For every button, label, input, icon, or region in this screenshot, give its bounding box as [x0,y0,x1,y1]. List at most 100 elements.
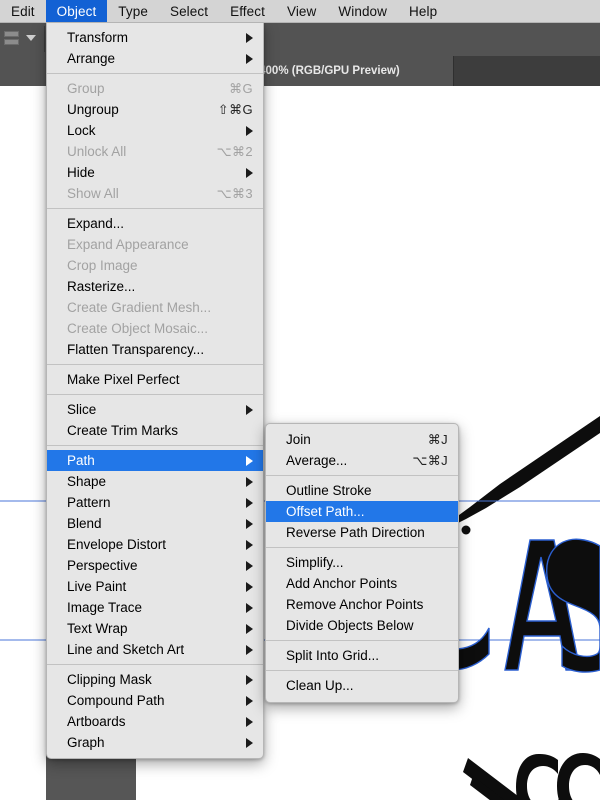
menu-item-add-anchor-points[interactable]: Add Anchor Points [266,573,458,594]
menu-item-label: Shape [67,474,107,489]
menu-item-path[interactable]: Path [47,450,263,471]
menu-item-label: Envelope Distort [67,537,167,552]
menu-item-unlock-all: Unlock All ⌥⌘2 [47,141,263,162]
menubar-item-type[interactable]: Type [107,0,159,22]
menu-item-artboards[interactable]: Artboards [47,711,263,732]
menubar-item-effect[interactable]: Effect [219,0,276,22]
menubar-item-help[interactable]: Help [398,0,448,22]
menubar-item-edit[interactable]: Edit [0,0,46,22]
menu-item-label: Group [67,81,105,96]
menu-item-divide-objects-below[interactable]: Divide Objects Below [266,615,458,636]
menu-item-split-into-grid[interactable]: Split Into Grid... [266,645,458,666]
menu-item-label: Add Anchor Points [286,576,398,591]
menu-item-remove-anchor-points[interactable]: Remove Anchor Points [266,594,458,615]
menu-item-pattern[interactable]: Pattern [47,492,263,513]
menu-item-label: Create Trim Marks [67,423,179,438]
menu-item-label: Remove Anchor Points [286,597,424,612]
menu-item-label: Graph [67,735,105,750]
menu-item-label: Split Into Grid... [286,648,380,663]
menu-item-line-and-sketch-art[interactable]: Line and Sketch Art [47,639,263,660]
chevron-down-icon[interactable] [26,35,36,41]
menu-item-transform[interactable]: Transform [47,27,263,48]
menu-item-simplify[interactable]: Simplify... [266,552,458,573]
menu-item-offset-path[interactable]: Offset Path... [266,501,458,522]
menu-item-make-pixel-perfect[interactable]: Make Pixel Perfect [47,369,263,390]
menu-separator [266,670,458,671]
menubar-label: Help [409,3,438,19]
submenu-arrow-icon [246,167,253,178]
menu-item-slice[interactable]: Slice [47,399,263,420]
menubar-item-window[interactable]: Window [327,0,398,22]
menu-item-expand[interactable]: Expand... [47,213,263,234]
menu-separator [266,475,458,476]
menu-item-reverse-path-direction[interactable]: Reverse Path Direction [266,522,458,543]
menu-item-label: Line and Sketch Art [67,642,185,657]
menubar-label: Edit [11,3,35,19]
menu-item-label: Offset Path... [286,504,365,519]
document-tab-inactive[interactable]: l @ 300% [0,56,51,86]
menu-item-label: Flatten Transparency... [67,342,205,357]
menu-item-shortcut: ⌥⌘3 [216,185,253,201]
menu-item-shortcut: ⇧⌘G [217,101,253,117]
menu-item-text-wrap[interactable]: Text Wrap [47,618,263,639]
object-menu: Transform Arrange Group ⌘G Ungroup ⇧⌘G Lock Unl… [46,22,264,759]
menubar-item-view[interactable]: View [276,0,327,22]
menu-item-create-trim-marks[interactable]: Create Trim Marks [47,420,263,441]
menu-separator [266,547,458,548]
menubar-item-object[interactable]: Object [45,0,108,22]
menu-item-shortcut: ⌥⌘2 [216,143,253,159]
menu-item-lock[interactable]: Lock [47,120,263,141]
menu-item-flatten-transparency[interactable]: Flatten Transparency... [47,339,263,360]
menu-item-envelope-distort[interactable]: Envelope Distort [47,534,263,555]
menu-item-join[interactable]: Join ⌘J [266,429,458,450]
menu-item-arrange[interactable]: Arrange [47,48,263,69]
submenu-arrow-icon [246,476,253,487]
menu-item-label: Compound Path [67,693,165,708]
menu-item-clean-up[interactable]: Clean Up... [266,675,458,696]
menu-item-show-all: Show All ⌥⌘3 [47,183,263,204]
menu-item-shortcut: ⌥⌘J [412,452,448,468]
menu-item-compound-path[interactable]: Compound Path [47,690,263,711]
menu-item-perspective[interactable]: Perspective [47,555,263,576]
menu-item-label: Reverse Path Direction [286,525,425,540]
menubar-item-select[interactable]: Select [159,0,219,22]
menu-item-label: Blend [67,516,102,531]
menu-separator [47,73,263,74]
menu-item-live-paint[interactable]: Live Paint [47,576,263,597]
menu-item-ungroup[interactable]: Ungroup ⇧⌘G [47,99,263,120]
menu-item-graph[interactable]: Graph [47,732,263,753]
menu-separator [47,445,263,446]
menu-item-blend[interactable]: Blend [47,513,263,534]
menu-item-label: Hide [67,165,95,180]
submenu-arrow-icon [246,674,253,685]
submenu-arrow-icon [246,125,253,136]
menu-item-expand-appearance: Expand Appearance [47,234,263,255]
menu-item-average[interactable]: Average... ⌥⌘J [266,450,458,471]
menu-bar: Edit Object Type Select Effect View Wind… [0,0,600,23]
menu-item-image-trace[interactable]: Image Trace [47,597,263,618]
align-panel-icon[interactable] [4,31,19,47]
submenu-arrow-icon [246,32,253,43]
submenu-arrow-icon [246,695,253,706]
menu-item-clipping-mask[interactable]: Clipping Mask [47,669,263,690]
submenu-arrow-icon [246,518,253,529]
submenu-arrow-icon [246,560,253,571]
menu-item-label: Simplify... [286,555,344,570]
menu-item-rasterize[interactable]: Rasterize... [47,276,263,297]
menu-separator [47,208,263,209]
menu-item-crop-image: Crop Image [47,255,263,276]
menu-item-label: Rasterize... [67,279,136,294]
submenu-arrow-icon [246,53,253,64]
menu-separator [47,394,263,395]
menu-item-label: Slice [67,402,97,417]
menu-item-hide[interactable]: Hide [47,162,263,183]
menu-item-create-object-mosaic: Create Object Mosaic... [47,318,263,339]
menu-item-label: Live Paint [67,579,127,594]
menu-item-label: Outline Stroke [286,483,372,498]
menu-item-shape[interactable]: Shape [47,471,263,492]
submenu-arrow-icon [246,737,253,748]
submenu-arrow-icon [246,602,253,613]
menu-item-outline-stroke[interactable]: Outline Stroke [266,480,458,501]
menu-item-label: Divide Objects Below [286,618,414,633]
menubar-label: Type [118,3,148,19]
